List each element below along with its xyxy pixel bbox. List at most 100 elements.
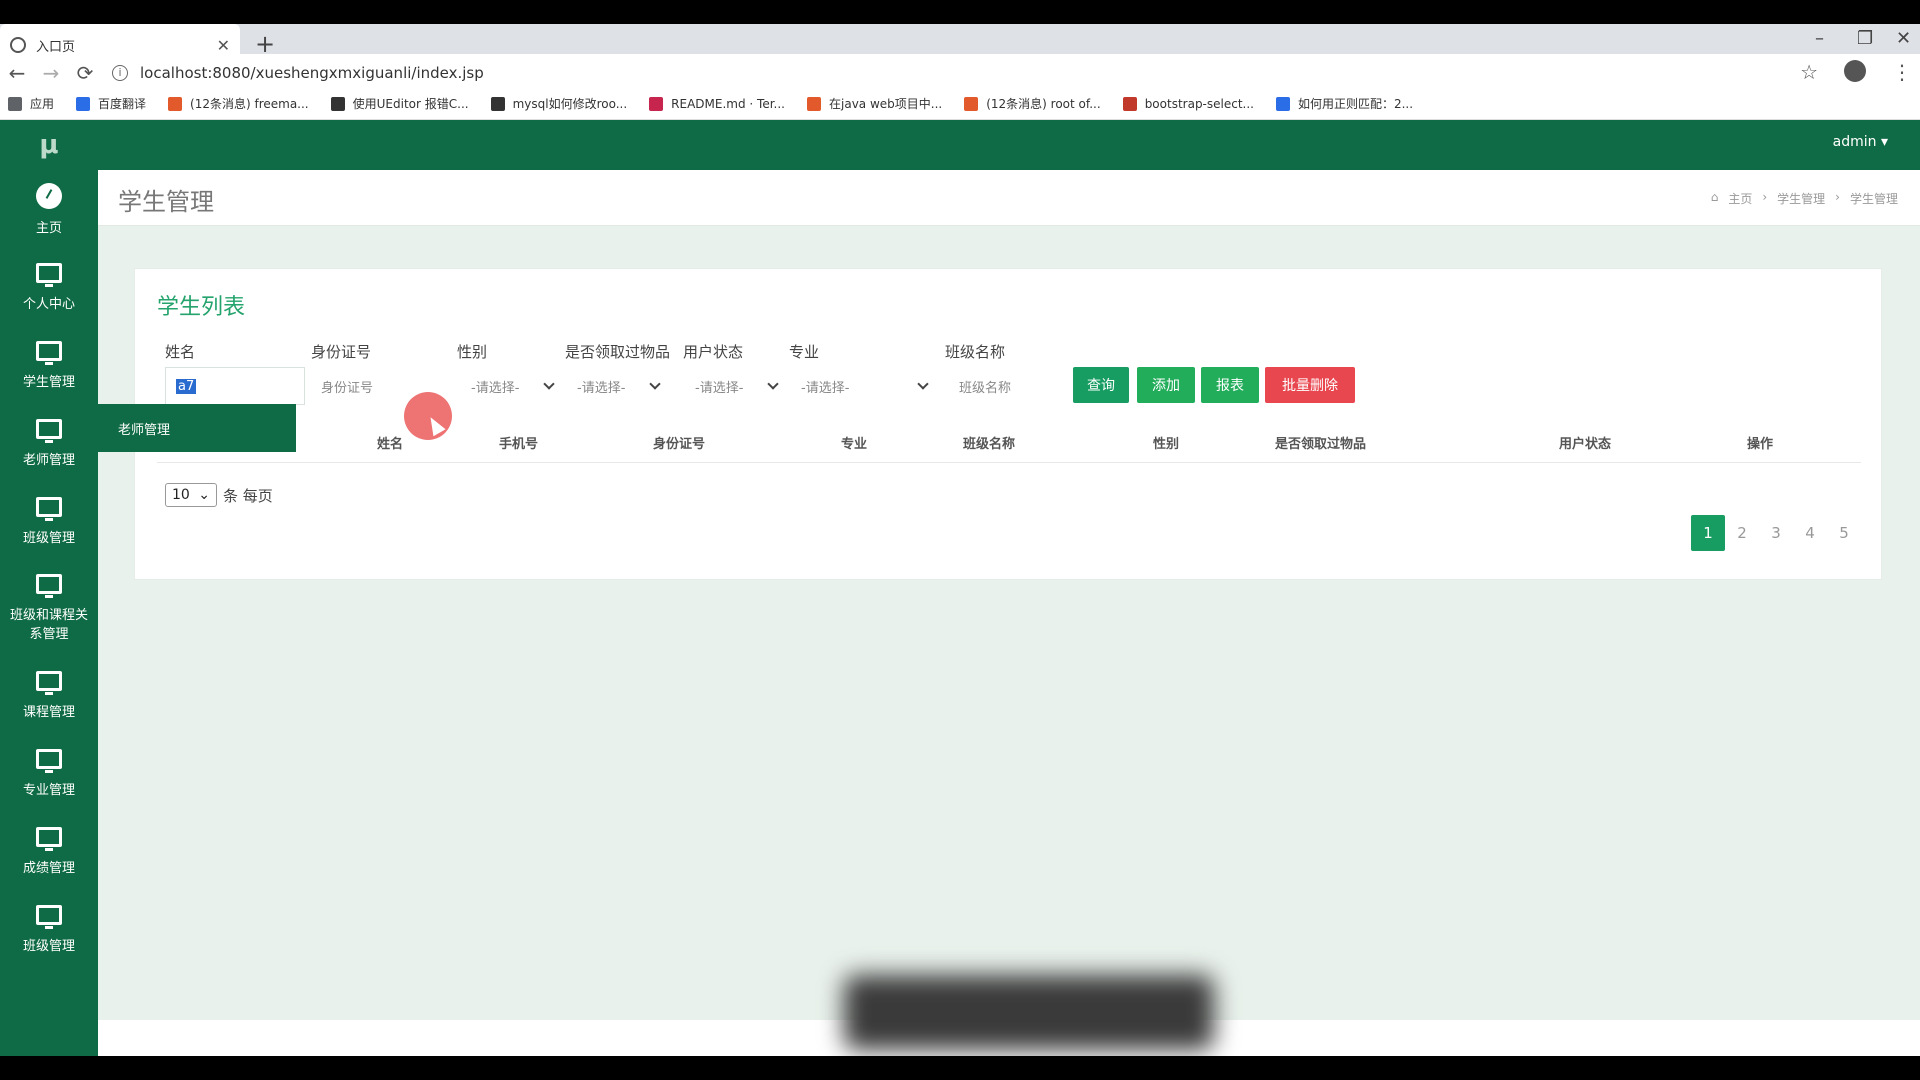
sidebar-item-label: 班级管理 xyxy=(22,530,75,546)
bookmark-item[interactable]: README.md · Ter... xyxy=(649,96,785,111)
sidebar-item[interactable]: 课程管理 xyxy=(0,656,98,734)
page-4-button[interactable]: 4 xyxy=(1793,515,1827,551)
bookmark-item[interactable]: 应用 xyxy=(8,95,54,112)
page-size-select[interactable]: 10 ⌄ xyxy=(165,483,217,507)
menu-icon[interactable]: ⋮ xyxy=(1892,60,1912,84)
home-icon: ⌂ xyxy=(1710,190,1719,204)
sidebar: μ 主页 个人中心 学生管理 老师管理 班级管理 班级和课程关系管理 课程管理 专业管理 成绩管… xyxy=(0,120,98,1056)
monitor-icon xyxy=(36,418,62,443)
sidebar-item[interactable]: 学生管理 xyxy=(0,326,98,404)
breadcrumb-section[interactable]: 学生管理 xyxy=(1777,190,1825,207)
sidebar-item-label: 老师管理 xyxy=(22,452,75,468)
sidebar-item[interactable]: 主页 xyxy=(0,170,98,248)
th-status[interactable]: 用户状态 xyxy=(1559,433,1611,452)
top-navbar: admin ▾ xyxy=(98,120,1920,170)
minimize-icon[interactable]: – xyxy=(1815,28,1824,49)
gender-select[interactable]: -请选择- xyxy=(461,367,563,405)
sidebar-item[interactable]: 班级和课程关系管理 xyxy=(0,560,98,656)
page-1-button[interactable]: 1 xyxy=(1691,515,1725,551)
bookmark-item[interactable]: 如何用正则匹配：2... xyxy=(1275,95,1413,112)
th-actions[interactable]: 操作 xyxy=(1747,433,1773,452)
restore-icon[interactable]: ❐ xyxy=(1857,28,1873,49)
sidebar-item[interactable]: 成绩管理 xyxy=(0,812,98,890)
sidebar-item[interactable]: 个人中心 xyxy=(0,248,98,326)
sidebar-item-label: 成绩管理 xyxy=(22,860,75,876)
bookmark-item[interactable]: (12条消息) freema... xyxy=(168,95,309,112)
click-indicator xyxy=(404,392,452,440)
received-select[interactable]: -请选择- xyxy=(567,367,669,405)
bookmark-label: 在java web项目中... xyxy=(829,97,943,111)
breadcrumb-home[interactable]: 主页 xyxy=(1728,190,1752,207)
bookmark-item[interactable]: bootstrap-select... xyxy=(1122,96,1254,111)
sidebar-item[interactable]: 专业管理 xyxy=(0,734,98,812)
status-select[interactable]: -请选择- xyxy=(685,367,787,405)
th-name[interactable]: 姓名 xyxy=(377,433,403,452)
card-title: 学生列表 xyxy=(157,295,246,320)
class-input-placeholder: 班级名称 xyxy=(959,380,1012,396)
bookmark-item[interactable]: 百度翻译 xyxy=(76,95,146,112)
page-5-button[interactable]: 5 xyxy=(1827,515,1861,551)
info-icon[interactable]: i xyxy=(112,65,128,81)
received-label: 是否领取过物品 xyxy=(565,343,671,361)
report-button[interactable]: 报表 xyxy=(1201,367,1259,403)
chevron-down-icon xyxy=(649,378,661,390)
sidebar-item[interactable]: 老师管理 xyxy=(0,404,98,482)
monitor-icon xyxy=(36,574,62,598)
batch-delete-button[interactable]: 批量删除 xyxy=(1265,367,1355,403)
th-received[interactable]: 是否领取过物品 xyxy=(1275,433,1366,452)
th-idcard[interactable]: 身份证号 xyxy=(653,433,705,452)
page-title: 学生管理 xyxy=(118,188,214,216)
class-input[interactable]: 班级名称 xyxy=(949,367,1059,405)
bookmark-icon xyxy=(964,96,979,111)
bookmark-item[interactable]: 在java web项目中... xyxy=(807,95,942,112)
close-window-icon[interactable]: ✕ xyxy=(1896,28,1911,49)
bookmark-icon xyxy=(649,96,664,111)
forward-icon[interactable]: → xyxy=(34,61,68,85)
major-select[interactable]: -请选择- xyxy=(791,367,937,405)
bookmark-item[interactable]: (12条消息) root of... xyxy=(964,95,1101,112)
name-input[interactable]: a7 xyxy=(165,367,305,405)
bookmark-item[interactable]: 使用UEditor 报错C... xyxy=(330,95,469,112)
url-text: localhost:8080/xueshengxmxiguanli/index.… xyxy=(140,64,484,82)
bookmark-icon xyxy=(1275,96,1290,111)
logo: μ xyxy=(39,130,59,160)
query-button[interactable]: 查询 xyxy=(1073,367,1129,403)
close-tab-icon[interactable]: ✕ xyxy=(217,36,230,55)
breadcrumb-current: 学生管理 xyxy=(1849,192,1898,206)
screen-bottom-border xyxy=(0,1056,1920,1080)
th-class[interactable]: 班级名称 xyxy=(963,433,1015,452)
bookmark-item[interactable]: mysql如何修改roo... xyxy=(490,95,627,112)
dashboard-icon xyxy=(36,182,62,209)
chevron-down-icon xyxy=(543,378,555,390)
back-icon[interactable]: ← xyxy=(0,61,34,85)
sidebar-item-label: 课程管理 xyxy=(22,704,75,720)
chevron-down-icon xyxy=(767,378,779,390)
pagination: 1 2 3 4 5 xyxy=(1691,515,1861,551)
received-select-value: -请选择- xyxy=(577,380,626,396)
name-input-value: a7 xyxy=(176,378,197,394)
sidebar-item-label: 专业管理 xyxy=(22,782,75,798)
monitor-icon xyxy=(36,340,62,365)
th-gender[interactable]: 性别 xyxy=(1153,433,1179,452)
reload-icon[interactable]: ⟳ xyxy=(68,61,102,85)
profile-icon[interactable] xyxy=(1844,60,1866,82)
url-field[interactable]: i localhost:8080/xueshengxmxiguanli/inde… xyxy=(112,60,1832,86)
th-major[interactable]: 专业 xyxy=(841,433,867,452)
user-menu[interactable]: admin ▾ xyxy=(1833,134,1888,150)
sidebar-tooltip: 老师管理 xyxy=(98,404,296,452)
sidebar-item[interactable]: 班级管理 xyxy=(0,482,98,560)
id-input-placeholder: 身份证号 xyxy=(321,380,374,396)
screen: 入口页 ✕ + – ❐ ✕ ← → ⟳ i localhost:8080/xue… xyxy=(0,0,1920,1080)
monitor-icon xyxy=(36,826,62,851)
page-2-button[interactable]: 2 xyxy=(1725,515,1759,551)
th-phone[interactable]: 手机号 xyxy=(499,433,538,452)
bookmark-label: README.md · Ter... xyxy=(671,96,785,111)
app: μ 主页 个人中心 学生管理 老师管理 班级管理 班级和课程关系管理 课程管理 专业管理 成绩管… xyxy=(0,120,1920,1056)
page-3-button[interactable]: 3 xyxy=(1759,515,1793,551)
star-icon[interactable]: ☆ xyxy=(1800,60,1818,84)
gender-label: 性别 xyxy=(457,343,488,361)
page-size-value: 10 xyxy=(172,487,190,503)
add-button[interactable]: 添加 xyxy=(1137,367,1195,403)
sidebar-item[interactable]: 班级管理 xyxy=(0,890,98,968)
major-label: 专业 xyxy=(789,343,820,361)
